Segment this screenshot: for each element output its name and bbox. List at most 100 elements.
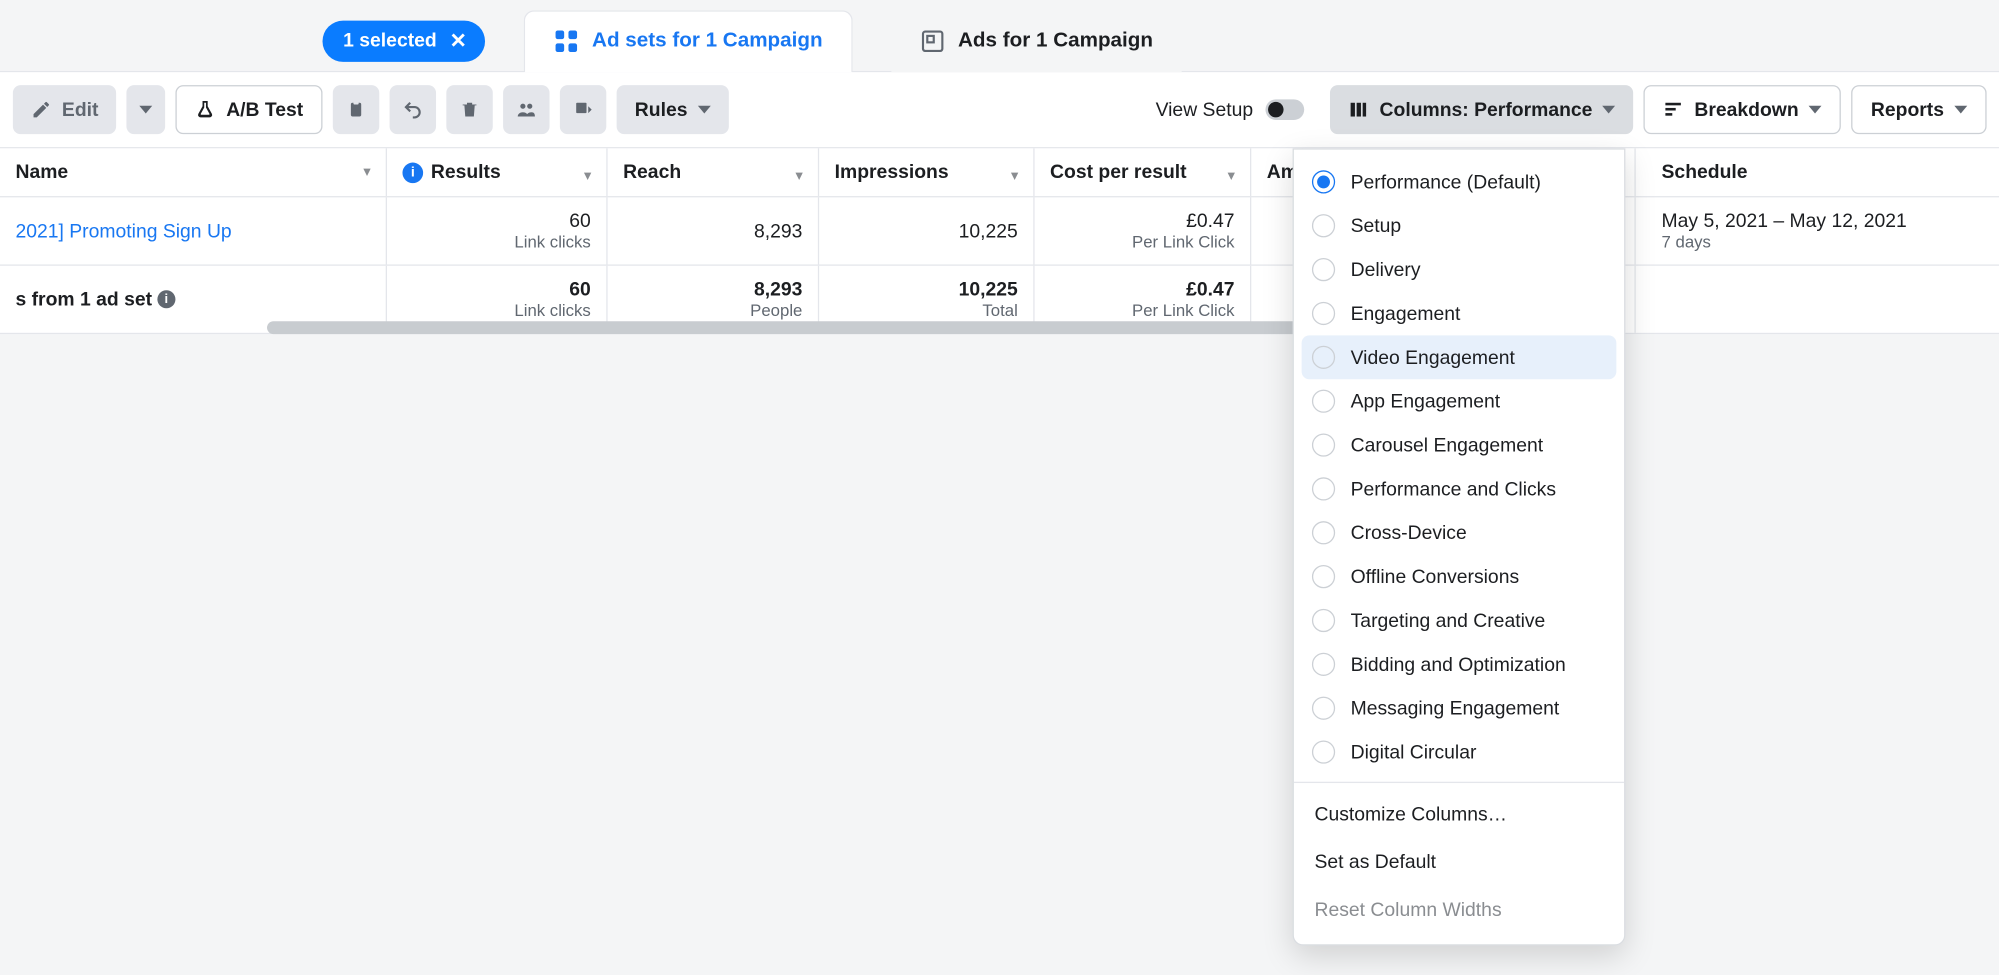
- dropdown-item-performance-clicks[interactable]: Performance and Clicks: [1294, 467, 1624, 511]
- dropdown-item-performance[interactable]: Performance (Default): [1294, 160, 1624, 204]
- col-schedule-label: Schedule: [1662, 161, 1748, 183]
- col-impressions[interactable]: Impressions ▾: [819, 148, 1034, 196]
- info-icon[interactable]: i: [157, 290, 175, 308]
- sort-caret-icon: ▾: [1011, 169, 1017, 183]
- undo-button[interactable]: [390, 85, 436, 134]
- chevron-down-icon: [1809, 106, 1822, 114]
- radio-icon: [1312, 521, 1335, 544]
- view-setup-toggle[interactable]: View Setup: [1156, 99, 1305, 121]
- rules-label: Rules: [635, 99, 688, 121]
- dropdown-item-setup[interactable]: Setup: [1294, 204, 1624, 248]
- columns-icon: [1349, 99, 1370, 120]
- toolbar: Edit A/B Test Rules View Setup Columns: …: [0, 72, 1999, 148]
- edit-button[interactable]: Edit: [13, 85, 117, 134]
- dropdown-item-offline-conversions[interactable]: Offline Conversions: [1294, 555, 1624, 599]
- col-impressions-label: Impressions: [835, 161, 949, 183]
- chevron-down-icon: [698, 106, 711, 114]
- dropdown-item-video-engagement[interactable]: Video Engagement: [1302, 335, 1617, 379]
- col-name-label: Name: [15, 161, 68, 183]
- sort-caret-icon: ▾: [584, 169, 590, 183]
- schedule-sub: 7 days: [1662, 232, 1969, 251]
- clipboard-icon: [346, 99, 367, 120]
- table-totals: s from 1 ad set i 60 Link clicks 8,293 P…: [0, 266, 1999, 334]
- dropdown-item-app-engagement[interactable]: App Engagement: [1294, 379, 1624, 423]
- duplicate-button[interactable]: [333, 85, 379, 134]
- columns-dropdown: Performance (Default) Setup Delivery Eng…: [1293, 148, 1626, 945]
- tab-ads-label: Ads for 1 Campaign: [958, 29, 1153, 52]
- col-results[interactable]: i Results ▾: [387, 148, 608, 196]
- undo-icon: [403, 99, 424, 120]
- chevron-down-icon: [140, 106, 153, 114]
- dropdown-item-label: Performance (Default): [1351, 171, 1541, 193]
- dropdown-item-targeting-creative[interactable]: Targeting and Creative: [1294, 599, 1624, 643]
- dropdown-item-label: Offline Conversions: [1351, 566, 1520, 588]
- switch-icon[interactable]: [1266, 99, 1305, 120]
- pencil-icon: [31, 99, 52, 120]
- tabs-bar: 1 selected ✕ Ad sets for 1 Campaign Ads …: [0, 0, 1999, 72]
- col-reach-label: Reach: [623, 161, 681, 183]
- adset-name-link[interactable]: 2021] Promoting Sign Up: [15, 220, 370, 242]
- horizontal-scrollbar[interactable]: [267, 321, 1348, 334]
- selection-chip[interactable]: 1 selected ✕: [323, 20, 485, 61]
- dropdown-item-label: Setup: [1351, 215, 1402, 237]
- chevron-down-icon: [1954, 106, 1967, 114]
- tab-ads[interactable]: Ads for 1 Campaign: [891, 10, 1181, 72]
- dropdown-item-label: Messaging Engagement: [1351, 697, 1560, 719]
- total-reach-sub: People: [750, 301, 802, 320]
- col-results-label: Results: [431, 161, 501, 183]
- radio-icon: [1312, 302, 1335, 325]
- export-button[interactable]: [560, 85, 606, 134]
- dropdown-item-label: App Engagement: [1351, 390, 1501, 412]
- total-cost-sub: Per Link Click: [1132, 301, 1235, 320]
- breakdown-button[interactable]: Breakdown: [1644, 85, 1841, 134]
- selection-chip-label: 1 selected: [343, 30, 437, 52]
- dropdown-item-label: Digital Circular: [1351, 741, 1477, 763]
- dropdown-item-bidding-optimization[interactable]: Bidding and Optimization: [1294, 642, 1624, 686]
- audience-button[interactable]: [503, 85, 549, 134]
- total-results: 60: [569, 279, 591, 301]
- total-impressions-sub: Total: [982, 301, 1017, 320]
- tab-adsets[interactable]: Ad sets for 1 Campaign: [524, 10, 853, 72]
- cost-value: £0.47: [1186, 210, 1234, 232]
- delete-button[interactable]: [446, 85, 492, 134]
- col-schedule[interactable]: Schedule: [1636, 148, 1984, 196]
- reset-column-widths[interactable]: Reset Column Widths: [1294, 886, 1624, 934]
- dropdown-item-cross-device[interactable]: Cross-Device: [1294, 511, 1624, 555]
- radio-icon: [1312, 609, 1335, 632]
- total-impressions: 10,225: [959, 279, 1018, 301]
- dropdown-item-messaging-engagement[interactable]: Messaging Engagement: [1294, 686, 1624, 730]
- flask-icon: [195, 99, 216, 120]
- people-icon: [516, 99, 537, 120]
- radio-icon: [1312, 565, 1335, 588]
- columns-label: Columns: Performance: [1380, 99, 1593, 121]
- dropdown-item-label: Delivery: [1351, 259, 1421, 281]
- radio-icon: [1312, 477, 1335, 500]
- dropdown-item-label: Targeting and Creative: [1351, 610, 1546, 632]
- tab-adsets-label: Ad sets for 1 Campaign: [592, 30, 823, 53]
- close-icon[interactable]: ✕: [450, 28, 467, 54]
- sort-caret-icon: ▾: [1228, 169, 1234, 183]
- radio-icon: [1312, 740, 1335, 763]
- dropdown-item-label: Carousel Engagement: [1351, 434, 1544, 456]
- edit-dropdown-button[interactable]: [127, 85, 166, 134]
- set-as-default[interactable]: Set as Default: [1294, 839, 1624, 887]
- radio-icon: [1312, 653, 1335, 676]
- dropdown-item-carousel-engagement[interactable]: Carousel Engagement: [1294, 423, 1624, 467]
- abtest-button[interactable]: A/B Test: [176, 85, 323, 134]
- col-reach[interactable]: Reach ▾: [608, 148, 820, 196]
- dropdown-item-label: Cross-Device: [1351, 522, 1467, 544]
- columns-button[interactable]: Columns: Performance: [1331, 85, 1634, 134]
- dropdown-item-digital-circular[interactable]: Digital Circular: [1294, 730, 1624, 774]
- reports-button[interactable]: Reports: [1852, 85, 1987, 134]
- dropdown-item-engagement[interactable]: Engagement: [1294, 292, 1624, 336]
- radio-icon: [1312, 390, 1335, 413]
- rules-button[interactable]: Rules: [617, 85, 729, 134]
- col-name[interactable]: Name ▾: [0, 148, 387, 196]
- col-cost[interactable]: Cost per result ▾: [1035, 148, 1252, 196]
- table-row[interactable]: 2021] Promoting Sign Up 60 Link clicks 8…: [0, 197, 1999, 265]
- sort-caret-icon: ▾: [796, 169, 802, 183]
- abtest-label: A/B Test: [226, 99, 303, 121]
- ad-icon: [919, 28, 945, 54]
- customize-columns[interactable]: Customize Columns…: [1294, 791, 1624, 839]
- dropdown-item-delivery[interactable]: Delivery: [1294, 248, 1624, 292]
